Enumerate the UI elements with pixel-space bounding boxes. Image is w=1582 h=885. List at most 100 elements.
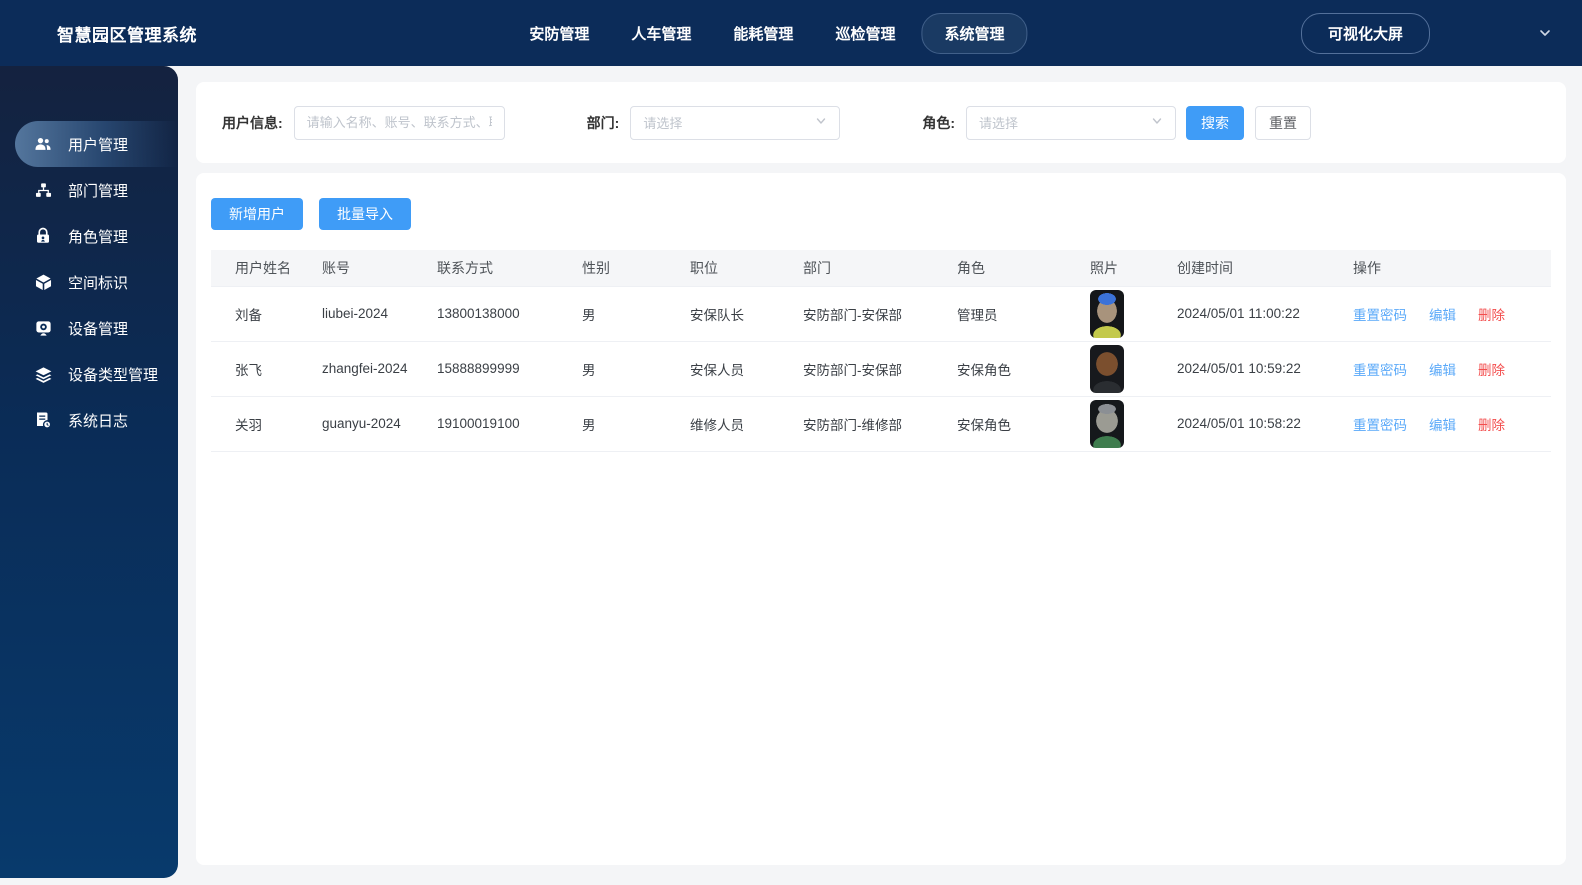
sidebar-item-label: 设备管理 [68,320,129,338]
role-select[interactable]: 请选择 [966,105,1177,140]
nav-security[interactable]: 安防管理 [513,13,605,54]
sidebar-item-role-management[interactable]: 角色管理 [15,213,178,259]
user-info-input[interactable] [293,105,505,140]
department-select[interactable]: 请选择 [630,105,841,140]
sidebar: 用户管理 部门管理 角色管理 空间标识 设备管理 设备类型管理 系统日志 [0,66,178,878]
cell-position: 安保人员 [690,362,744,378]
col-role: 角色 [957,259,985,276]
sidebar-item-space-identification[interactable]: 空间标识 [15,259,178,305]
cell-created: 2024/05/01 11:00:22 [1177,306,1300,321]
delete-link[interactable]: 删除 [1478,414,1505,434]
cell-gender: 男 [582,417,596,433]
sidebar-item-system-log[interactable]: 系统日志 [15,397,178,443]
cell-photo [1078,341,1165,396]
col-phone: 联系方式 [437,259,493,276]
cube-icon [33,272,53,292]
chevron-down-icon [1151,115,1163,130]
reset-password-link[interactable]: 重置密码 [1353,414,1407,434]
chevron-down-icon[interactable] [1538,26,1552,40]
table-toolbar: 新增用户 批量导入 [211,198,1551,230]
cell-name: 刘备 [235,307,262,323]
users-icon [33,134,53,154]
table-header-row: 用户姓名 账号 联系方式 性别 职位 部门 角色 照片 创建时间 操作 [211,250,1551,286]
nav-people-vehicle[interactable]: 人车管理 [615,13,707,54]
cell-actions: 重置密码 编辑 删除 [1341,341,1551,396]
top-header: 智慧园区管理系统 安防管理 人车管理 能耗管理 巡检管理 系统管理 可视化大屏 [0,0,1582,66]
cell-name: 关羽 [235,417,262,433]
cell-department: 安防部门-安保部 [803,362,902,378]
nav-inspection[interactable]: 巡检管理 [819,13,911,54]
col-name: 用户姓名 [235,259,291,276]
user-photo [1090,289,1124,338]
sidebar-item-label: 系统日志 [68,412,129,430]
layers-icon [33,364,53,384]
cell-gender: 男 [582,307,596,323]
table-row: 刘备 liubei-2024 13800138000 男 安保队长 安防部门-安… [211,286,1551,341]
reset-button[interactable]: 重置 [1255,105,1312,140]
cell-actions: 重置密码 编辑 删除 [1341,396,1551,451]
cell-role: 管理员 [957,307,998,323]
camera-icon [33,318,53,338]
log-icon [33,410,53,430]
cell-department: 安防部门-安保部 [803,307,902,323]
department-select-value: 请选择 [643,116,683,131]
nav-system[interactable]: 系统管理 [921,12,1028,54]
cell-role: 安保角色 [957,362,1011,378]
edit-link[interactable]: 编辑 [1429,304,1456,324]
app-title: 智慧园区管理系统 [57,25,197,45]
col-position: 职位 [690,259,718,276]
cell-gender: 男 [582,362,596,378]
cell-phone: 15888899999 [437,361,520,376]
cell-actions: 重置密码 编辑 删除 [1341,286,1551,341]
sidebar-item-label: 设备类型管理 [68,366,159,384]
add-user-button[interactable]: 新增用户 [211,198,303,230]
sidebar-item-label: 角色管理 [68,228,129,246]
main-nav: 安防管理 人车管理 能耗管理 巡检管理 系统管理 [513,12,1028,54]
col-actions: 操作 [1353,259,1381,276]
col-gender: 性别 [582,259,610,276]
org-chart-icon [33,180,53,200]
table-row: 关羽 guanyu-2024 19100019100 男 维修人员 安防部门-维… [211,396,1551,451]
user-photo [1090,344,1124,393]
sidebar-item-device-type-management[interactable]: 设备类型管理 [15,351,178,397]
cell-phone: 19100019100 [437,416,520,431]
sidebar-item-device-management[interactable]: 设备管理 [15,305,178,351]
cell-account: zhangfei-2024 [322,361,408,376]
table-row: 张飞 zhangfei-2024 15888899999 男 安保人员 安防部门… [211,341,1551,396]
nav-energy[interactable]: 能耗管理 [717,13,809,54]
col-photo: 照片 [1090,259,1118,276]
sidebar-item-department-management[interactable]: 部门管理 [15,167,178,213]
big-screen-button[interactable]: 可视化大屏 [1300,12,1430,54]
sidebar-item-label: 用户管理 [68,136,129,154]
col-created: 创建时间 [1177,259,1233,276]
reset-password-link[interactable]: 重置密码 [1353,304,1407,324]
edit-link[interactable]: 编辑 [1429,359,1456,379]
chevron-down-icon [815,115,827,130]
cell-photo [1078,396,1165,451]
cell-account: liubei-2024 [322,306,389,321]
search-button[interactable]: 搜索 [1186,105,1245,140]
cell-photo [1078,286,1165,341]
sidebar-item-label: 部门管理 [68,182,129,200]
user-table-panel: 新增用户 批量导入 用户姓名 账号 联系方式 性别 职位 部门 角色 照片 创建… [196,173,1566,865]
col-account: 账号 [322,259,350,276]
sidebar-item-user-management[interactable]: 用户管理 [15,121,178,167]
cell-created: 2024/05/01 10:59:22 [1177,361,1301,376]
user-photo [1090,399,1124,448]
sidebar-item-label: 空间标识 [68,274,129,292]
batch-import-button[interactable]: 批量导入 [319,198,411,230]
filter-panel: 用户信息: 部门: 请选择 角色: 请选择 搜索 重置 [196,82,1566,163]
cell-role: 安保角色 [957,417,1011,433]
role-label: 角色: [922,114,956,131]
col-department: 部门 [803,259,831,276]
delete-link[interactable]: 删除 [1478,359,1505,379]
cell-name: 张飞 [235,362,262,378]
cell-phone: 13800138000 [437,306,520,321]
edit-link[interactable]: 编辑 [1429,414,1456,434]
user-info-label: 用户信息: [222,114,283,131]
reset-password-link[interactable]: 重置密码 [1353,359,1407,379]
cell-position: 安保队长 [690,307,744,323]
cell-created: 2024/05/01 10:58:22 [1177,416,1301,431]
delete-link[interactable]: 删除 [1478,304,1505,324]
cell-position: 维修人员 [690,417,744,433]
